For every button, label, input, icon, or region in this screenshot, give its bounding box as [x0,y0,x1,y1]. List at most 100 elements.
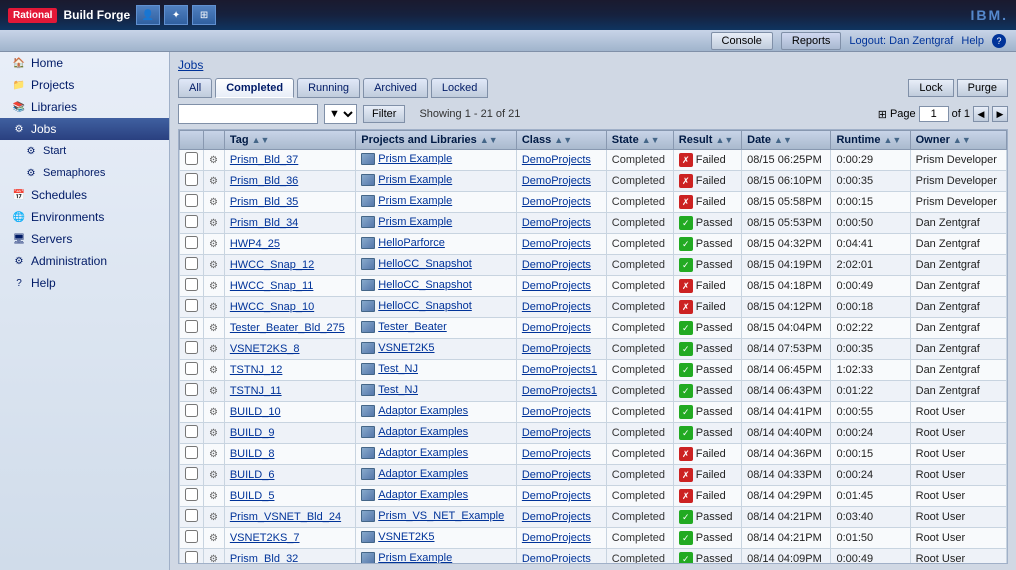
row-gear-icon[interactable]: ⚙ [209,218,218,229]
row-checkbox[interactable] [185,446,198,459]
page-input[interactable] [919,106,949,122]
row-gear-icon[interactable]: ⚙ [209,197,218,208]
col-owner[interactable]: Owner ▲▼ [910,131,1006,150]
row-tag-link[interactable]: BUILD_5 [230,490,275,502]
row-gear-icon[interactable]: ⚙ [209,260,218,271]
row-gear-icon[interactable]: ⚙ [209,281,218,292]
row-tag-link[interactable]: HWP4_25 [230,238,280,250]
purge-button[interactable]: Purge [957,79,1008,97]
row-class-link[interactable]: DemoProjects [522,196,591,208]
row-tag-link[interactable]: HWCC_Snap_12 [230,259,314,271]
page-prev-button[interactable]: ◀ [973,106,989,122]
row-project-link[interactable]: HelloParforce [378,237,445,249]
filter-input[interactable] [178,104,318,124]
row-checkbox[interactable] [185,551,198,564]
help-link[interactable]: Help [961,35,984,47]
row-checkbox[interactable] [185,341,198,354]
sidebar-item-servers[interactable]: 🖥 Servers [0,228,169,250]
row-gear-icon[interactable]: ⚙ [209,554,218,564]
row-class-link[interactable]: DemoProjects [522,217,591,229]
col-state[interactable]: State ▲▼ [606,131,673,150]
sidebar-item-help[interactable]: ? Help [0,272,169,294]
sidebar-item-semaphores[interactable]: ⚙ Semaphores [0,162,169,184]
row-class-link[interactable]: DemoProjects1 [522,364,597,376]
sidebar-item-projects[interactable]: 📁 Projects [0,74,169,96]
logout-link[interactable]: Logout: Dan Zentgraf [849,35,953,47]
row-checkbox[interactable] [185,236,198,249]
row-class-link[interactable]: DemoProjects [522,469,591,481]
console-button[interactable]: Console [711,32,773,50]
row-gear-icon[interactable]: ⚙ [209,470,218,481]
sidebar-item-home[interactable]: 🏠 Home [0,52,169,74]
row-class-link[interactable]: DemoProjects [522,427,591,439]
row-project-link[interactable]: Adaptor Examples [378,489,468,501]
row-tag-link[interactable]: Prism_Bld_34 [230,217,298,229]
row-class-link[interactable]: DemoProjects [522,343,591,355]
row-checkbox[interactable] [185,173,198,186]
row-checkbox[interactable] [185,425,198,438]
tab-completed[interactable]: Completed [215,78,294,98]
row-project-link[interactable]: VSNET2K5 [378,531,434,543]
row-checkbox[interactable] [185,530,198,543]
row-tag-link[interactable]: BUILD_6 [230,469,275,481]
row-project-link[interactable]: Prism_VS_NET_Example [378,510,504,522]
col-projects[interactable]: Projects and Libraries ▲▼ [356,131,517,150]
row-class-link[interactable]: DemoProjects [522,238,591,250]
row-gear-icon[interactable]: ⚙ [209,533,218,544]
breadcrumb-link[interactable]: Jobs [178,58,203,72]
row-gear-icon[interactable]: ⚙ [209,323,218,334]
filter-button[interactable]: Filter [363,105,405,123]
sidebar-item-environments[interactable]: 🌐 Environments [0,206,169,228]
page-next-button[interactable]: ▶ [992,106,1008,122]
row-gear-icon[interactable]: ⚙ [209,512,218,523]
row-gear-icon[interactable]: ⚙ [209,344,218,355]
row-class-link[interactable]: DemoProjects [522,490,591,502]
row-gear-icon[interactable]: ⚙ [209,155,218,166]
row-checkbox[interactable] [185,488,198,501]
sidebar-item-jobs[interactable]: ⚙ Jobs [0,118,169,140]
row-checkbox[interactable] [185,383,198,396]
row-tag-link[interactable]: BUILD_9 [230,427,275,439]
row-class-link[interactable]: DemoProjects [522,322,591,334]
row-project-link[interactable]: Prism Example [378,216,452,228]
row-project-link[interactable]: Prism Example [378,195,452,207]
row-gear-icon[interactable]: ⚙ [209,365,218,376]
row-tag-link[interactable]: Tester_Beater_Bld_275 [230,322,345,334]
row-tag-link[interactable]: Prism_Bld_35 [230,196,298,208]
row-project-link[interactable]: Prism Example [378,153,452,165]
row-checkbox[interactable] [185,278,198,291]
row-class-link[interactable]: DemoProjects [522,280,591,292]
row-class-link[interactable]: DemoProjects [522,259,591,271]
row-checkbox[interactable] [185,467,198,480]
row-project-link[interactable]: Prism Example [378,552,452,564]
tab-all[interactable]: All [178,78,212,98]
lock-button[interactable]: Lock [908,79,953,97]
row-tag-link[interactable]: Prism_Bld_32 [230,553,298,564]
row-checkbox[interactable] [185,194,198,207]
row-project-link[interactable]: Test_NJ [378,384,418,396]
row-tag-link[interactable]: HWCC_Snap_11 [230,280,314,292]
row-checkbox[interactable] [185,320,198,333]
row-checkbox[interactable] [185,509,198,522]
row-tag-link[interactable]: HWCC_Snap_10 [230,301,314,313]
row-class-link[interactable]: DemoProjects [522,406,591,418]
row-gear-icon[interactable]: ⚙ [209,449,218,460]
row-tag-link[interactable]: VSNET2KS_7 [230,532,300,544]
row-project-link[interactable]: Adaptor Examples [378,447,468,459]
grid-icon[interactable]: ⊞ [192,5,216,25]
row-class-link[interactable]: DemoProjects [522,448,591,460]
row-tag-link[interactable]: BUILD_8 [230,448,275,460]
tools-icon[interactable]: ✦ [164,5,188,25]
row-checkbox[interactable] [185,362,198,375]
tab-running[interactable]: Running [297,78,360,98]
tab-archived[interactable]: Archived [363,78,428,98]
row-project-link[interactable]: Adaptor Examples [378,405,468,417]
row-class-link[interactable]: DemoProjects [522,553,591,564]
row-project-link[interactable]: Tester_Beater [378,321,446,333]
row-project-link[interactable]: HelloCC_Snapshot [378,300,472,312]
row-tag-link[interactable]: Prism_Bld_37 [230,154,298,166]
row-gear-icon[interactable]: ⚙ [209,302,218,313]
reports-button[interactable]: Reports [781,32,842,50]
filter-select[interactable]: ▼ [324,104,357,124]
row-tag-link[interactable]: VSNET2KS_8 [230,343,300,355]
